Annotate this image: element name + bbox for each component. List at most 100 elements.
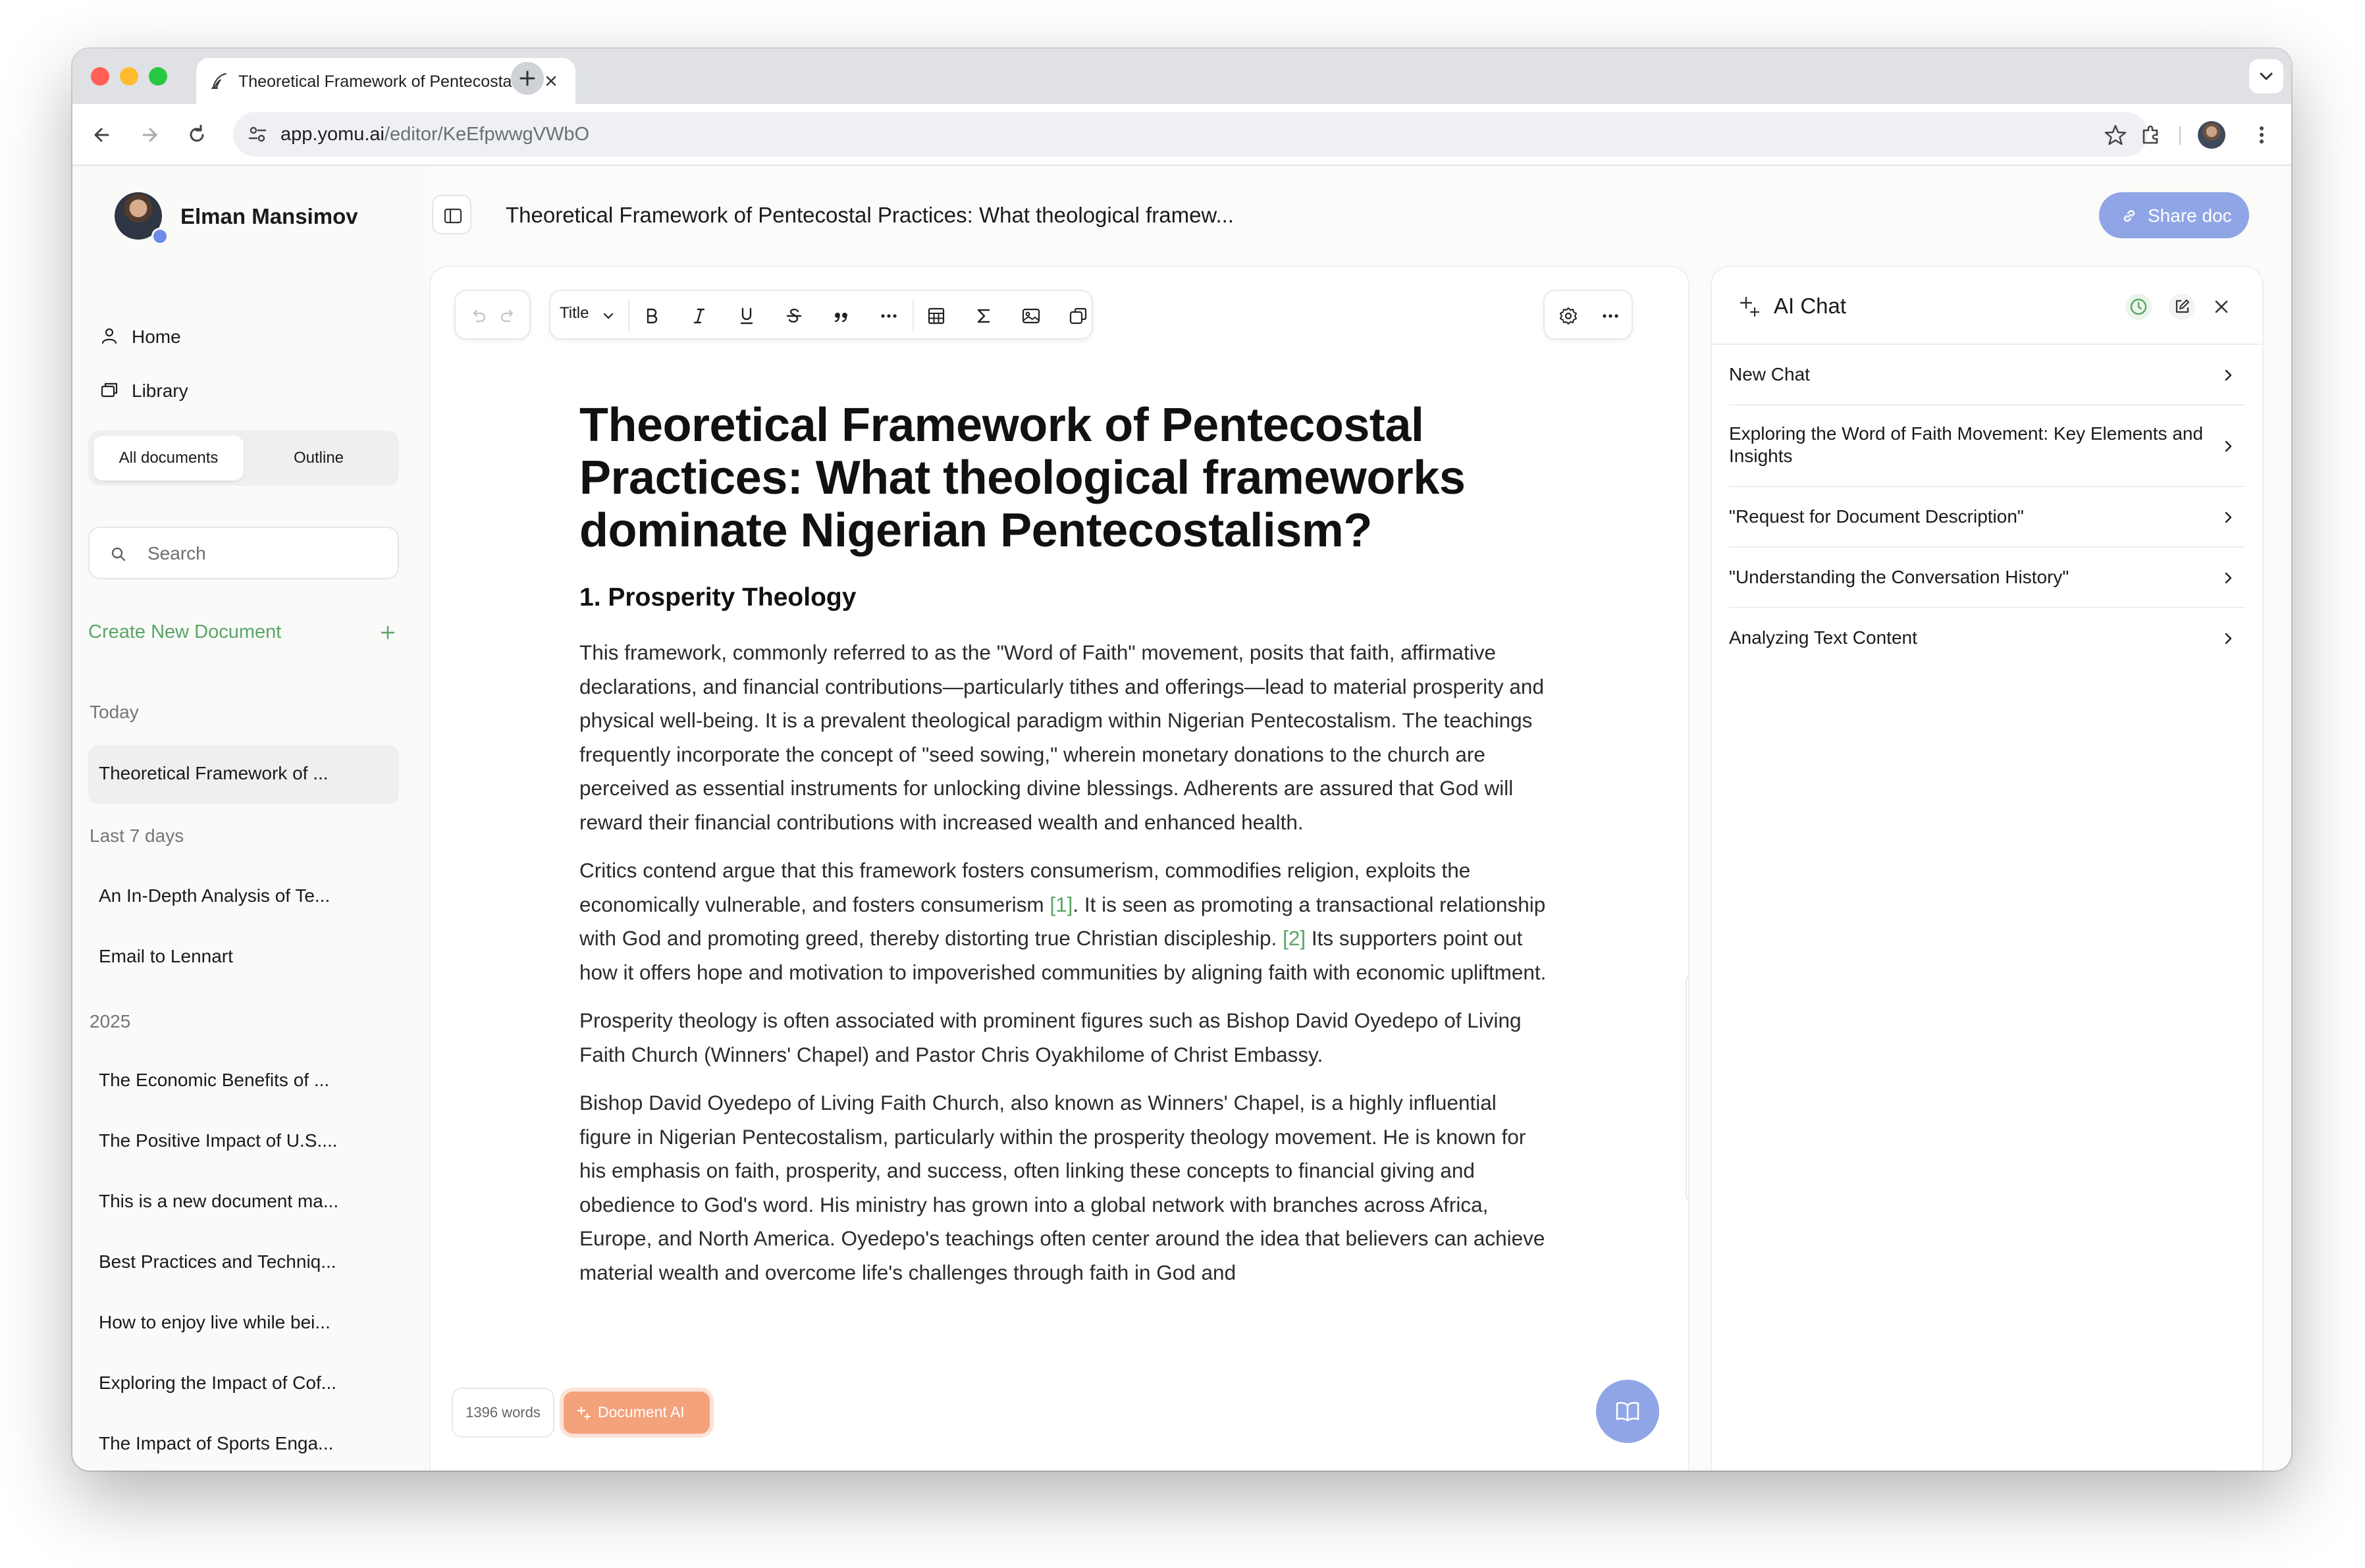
list-item[interactable]: An In-Depth Analysis of Te...	[88, 868, 399, 927]
create-new-document-button[interactable]: Create New Document	[88, 616, 399, 649]
block-type-value: Title	[560, 304, 589, 322]
bold-icon[interactable]	[640, 304, 664, 328]
section-label-2025: 2025	[90, 1011, 131, 1032]
italic-icon[interactable]	[687, 304, 711, 328]
chevron-right-icon	[2225, 369, 2232, 381]
sidebar-item-label: Home	[132, 327, 181, 347]
sidebar-panel-icon	[444, 208, 462, 224]
open-book-icon	[1616, 1401, 1639, 1422]
document-content[interactable]: Theoretical Framework of Pentecostal Pra…	[579, 399, 1554, 1372]
sparkle-icon	[1740, 296, 1760, 317]
toggle-sidebar-button[interactable]	[432, 195, 471, 234]
list-item[interactable]: Best Practices and Techniq...	[88, 1234, 399, 1293]
list-item[interactable]: The Impact of Sports Enga...	[88, 1415, 399, 1471]
sidebar-item-library[interactable]: Library	[99, 375, 388, 404]
quote-icon[interactable]	[830, 304, 853, 328]
chevron-down-icon	[2260, 72, 2273, 80]
chevron-down-icon	[603, 313, 614, 319]
forward-arrow-icon[interactable]	[133, 118, 166, 151]
list-item[interactable]: The Positive Impact of U.S....	[88, 1112, 399, 1172]
address-bar[interactable]: app.yomu.ai/editor/KeEfpwwgVWbO	[233, 112, 2148, 157]
browser-window: Theoretical Framework of Pentecostal Pra…	[72, 49, 2291, 1471]
page-title: Theoretical Framework of Pentecostal Pra…	[506, 203, 1234, 227]
paragraph: This framework, commonly referred to as …	[579, 640, 1544, 834]
minimize-window-button[interactable]	[120, 67, 138, 86]
list-item[interactable]: How to enjoy live while bei...	[88, 1294, 399, 1353]
paragraph: Critics contend argue that this framewor…	[579, 858, 1547, 984]
toolbar-divider	[628, 299, 629, 332]
verified-badge-icon	[151, 228, 169, 245]
settings-icon[interactable]	[1556, 304, 1580, 328]
library-icon	[101, 382, 118, 398]
image-icon[interactable]	[1019, 304, 1043, 328]
new-tab-button[interactable]	[511, 62, 544, 95]
paragraph: Bishop David Oyedepo of Living Faith Chu…	[579, 1091, 1545, 1284]
strikethrough-icon[interactable]	[782, 304, 806, 328]
user-name: Elman Mansimov	[180, 204, 358, 228]
list-item[interactable]: Exploring the Impact of Cof...	[88, 1355, 399, 1414]
toolbar-divider	[913, 299, 914, 332]
tab-all-documents[interactable]: All documents	[93, 436, 244, 481]
list-item[interactable]: The Economic Benefits of ...	[88, 1052, 399, 1111]
history-clock-icon[interactable]	[2124, 292, 2153, 321]
redo-icon[interactable]	[496, 304, 520, 328]
extensions-puzzle-icon[interactable]	[2135, 118, 2167, 151]
close-icon[interactable]	[2207, 292, 2236, 321]
editor-settings-group	[1543, 290, 1633, 340]
tab-outline[interactable]: Outline	[244, 436, 394, 481]
kebab-menu-icon[interactable]	[2245, 118, 2278, 151]
section-label-today: Today	[90, 702, 139, 722]
link-icon	[2123, 210, 2135, 222]
maximize-window-button[interactable]	[149, 67, 167, 86]
ai-chat-panel: AI Chat New Chat Exploring the Word of F…	[1712, 267, 2262, 1471]
reload-icon[interactable]	[180, 118, 213, 151]
citation-link[interactable]: [2]	[1283, 926, 1306, 950]
tab-title: Theoretical Framework of Pentecostal Pra…	[238, 72, 515, 91]
share-doc-button[interactable]: Share doc	[2099, 192, 2249, 238]
home-icon	[101, 328, 117, 344]
search-input[interactable]	[147, 538, 385, 569]
formatting-toolbar: Title	[549, 290, 1093, 340]
site-info-icon[interactable]	[246, 123, 269, 145]
quill-icon	[211, 73, 226, 89]
word-count: 1396 words	[452, 1388, 554, 1438]
list-item[interactable]: Theoretical Framework of ...	[88, 745, 399, 804]
list-item[interactable]: Email to Lennart	[88, 928, 399, 987]
chat-history-item[interactable]: Exploring the Word of Faith Movement: Ke…	[1729, 405, 2245, 487]
back-arrow-icon[interactable]	[86, 118, 119, 151]
profile-avatar[interactable]	[2198, 121, 2225, 149]
bookmark-star-icon[interactable]	[2103, 122, 2128, 147]
citation-link[interactable]: [1]	[1050, 893, 1073, 916]
url-text: app.yomu.ai/editor/KeEfpwwgVWbO	[280, 124, 590, 145]
chevron-right-icon	[2225, 572, 2232, 584]
chat-history-item[interactable]: "Request for Document Description"	[1729, 487, 2245, 548]
underline-icon[interactable]	[735, 304, 758, 328]
undo-icon[interactable]	[466, 304, 490, 328]
tab-search-button[interactable]	[2249, 59, 2283, 93]
reading-mode-button[interactable]	[1596, 1380, 1659, 1443]
plus-icon	[519, 70, 535, 86]
copy-icon[interactable]	[1067, 304, 1090, 328]
chevron-right-icon	[2225, 440, 2232, 452]
chat-header: AI Chat	[1712, 267, 2262, 345]
browser-toolbar: app.yomu.ai/editor/KeEfpwwgVWbO	[72, 104, 2291, 166]
close-window-button[interactable]	[91, 67, 109, 86]
chat-history-item[interactable]: "Understanding the Conversation History"	[1729, 548, 2245, 608]
document-ai-button[interactable]: Document AI	[560, 1388, 714, 1438]
more-icon[interactable]	[877, 304, 901, 328]
history-toolbar-group	[454, 290, 531, 340]
more-options-icon[interactable]	[1599, 304, 1622, 328]
sidebar-item-home[interactable]: Home	[99, 321, 388, 350]
search-field[interactable]	[88, 527, 399, 579]
chat-history-item[interactable]: Analyzing Text Content	[1729, 608, 2245, 669]
chat-history-item[interactable]: New Chat	[1729, 345, 2245, 405]
section-heading: 1. Prosperity Theology	[579, 583, 857, 612]
table-icon[interactable]	[924, 304, 948, 328]
document-editor: Title Theoretical Framework of Pentecost…	[431, 267, 1688, 1471]
list-item[interactable]: This is a new document ma...	[88, 1173, 399, 1232]
new-chat-edit-icon[interactable]	[2167, 292, 2196, 321]
sigma-icon[interactable]	[972, 304, 996, 328]
chevron-right-icon	[2225, 511, 2232, 523]
sidebar: Elman Mansimov Home Library All document…	[72, 166, 428, 1471]
search-icon	[111, 547, 126, 562]
